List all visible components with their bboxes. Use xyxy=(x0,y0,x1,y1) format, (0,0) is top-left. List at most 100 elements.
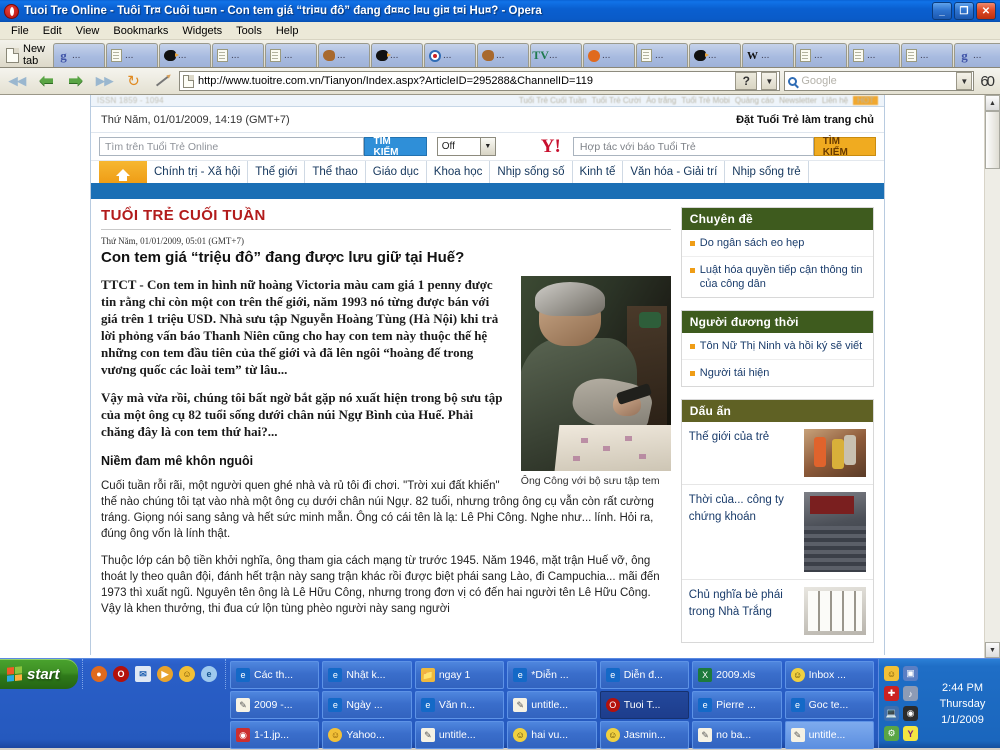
browser-tab[interactable]: ... xyxy=(106,43,159,67)
menu-item-tools[interactable]: Tools xyxy=(229,24,269,38)
taskbar-item[interactable]: ✎ no ba... xyxy=(692,721,782,749)
forward-button[interactable]: ➡ xyxy=(63,70,88,92)
antivirus-icon[interactable]: ✚ xyxy=(884,686,899,701)
new-tab-button[interactable]: New tab xyxy=(2,43,52,67)
taskbar-item[interactable]: ☺ Inbox ... xyxy=(784,661,874,689)
menu-item-edit[interactable]: Edit xyxy=(36,24,69,38)
nav-item-chinh-tri-xa-hoi[interactable]: Chính trị - Xã hội xyxy=(147,161,249,183)
restore-button[interactable]: ❐ xyxy=(954,2,974,20)
taskbar-item[interactable]: e Các th... xyxy=(230,661,320,689)
nav-home-button[interactable] xyxy=(99,161,147,183)
browser-tab[interactable]: g... xyxy=(954,43,1000,67)
messenger-icon[interactable]: ▣ xyxy=(903,666,918,681)
yahoo-icon[interactable]: Y xyxy=(903,726,918,741)
nav-item-van-hoa-giai-tri[interactable]: Văn hóa - Giải trí xyxy=(623,161,726,183)
scroll-down-button[interactable]: ▼ xyxy=(985,642,1000,658)
topbar-link[interactable]: Tuổi Trẻ Cuối Tuần xyxy=(519,96,587,105)
search-input[interactable]: Google ▼ xyxy=(784,71,975,91)
outlook-icon[interactable]: ✉ xyxy=(135,666,151,682)
reload-button[interactable]: ↻ xyxy=(121,70,146,92)
menu-item-bookmarks[interactable]: Bookmarks xyxy=(106,24,175,38)
menu-item-view[interactable]: View xyxy=(69,24,107,38)
taskbar-item[interactable]: e Ngày ... xyxy=(322,691,412,719)
browser-tab[interactable]: ... xyxy=(477,43,530,67)
back-button[interactable]: ⬅ xyxy=(34,70,59,92)
nav-item-the-thao[interactable]: Thể thao xyxy=(305,161,366,183)
internet-explorer-icon[interactable]: e xyxy=(201,666,217,682)
site-search-button[interactable]: TÌM KIẾM xyxy=(364,136,427,158)
taskbar-item[interactable]: ✎ untitle... xyxy=(784,721,874,749)
browser-tab[interactable]: ... xyxy=(795,43,848,67)
camera-icon[interactable]: ◉ xyxy=(903,706,918,721)
taskbar-item[interactable]: ✎ untitle... xyxy=(507,691,597,719)
browser-tab[interactable]: ... xyxy=(689,43,742,67)
taskbar-item[interactable]: e Văn n... xyxy=(414,691,505,719)
browser-tab[interactable]: ... xyxy=(371,43,424,67)
taskbar-clock[interactable]: 2:44 PM Thursday 1/1/2009 xyxy=(925,680,1000,728)
browser-tab[interactable]: ... xyxy=(265,43,318,67)
menu-item-widgets[interactable]: Widgets xyxy=(175,24,229,38)
topbar-link[interactable]: Liên hệ xyxy=(822,96,848,105)
sidebar-thumb-item[interactable]: Thời của... công ty chứng khoán xyxy=(681,485,873,580)
network-icon[interactable]: 💻 xyxy=(884,706,899,721)
browser-tab[interactable]: ... xyxy=(636,43,689,67)
browser-tab[interactable]: ... xyxy=(318,43,371,67)
scrollbar-track[interactable] xyxy=(985,111,1000,642)
sidebar-thumb-item[interactable]: Thế giới của trẻ xyxy=(681,422,873,485)
opera-icon[interactable]: O xyxy=(113,666,129,682)
settings-icon[interactable]: ⚙ xyxy=(884,726,899,741)
taskbar-item[interactable]: ☺ hai vu... xyxy=(507,721,597,749)
browser-tab[interactable]: g... xyxy=(53,43,106,67)
close-button[interactable]: ✕ xyxy=(976,2,996,20)
url-dropdown-icon[interactable]: ▼ xyxy=(761,72,778,90)
taskbar-item-active[interactable]: O Tuoi T... xyxy=(599,691,690,719)
firefox-icon[interactable]: ● xyxy=(91,666,107,682)
site-search-mode-select[interactable]: Off ▼ xyxy=(436,137,496,156)
taskbar-item[interactable]: e Pierre ... xyxy=(692,691,782,719)
nav-item-khoa-hoc[interactable]: Khoa học xyxy=(427,161,491,183)
taskbar-item[interactable]: e *Diễn ... xyxy=(507,661,597,689)
sidebar-item[interactable]: Tôn Nữ Thị Ninh và hồi ký sẽ viết xyxy=(681,333,873,360)
volume-icon[interactable]: ♪ xyxy=(903,686,918,701)
nav-item-nhip-song-tre[interactable]: Nhịp sống trẻ xyxy=(725,161,809,183)
url-input[interactable]: http://www.tuoitre.com.vn/Tianyon/Index.… xyxy=(179,71,781,91)
sidebar-thumb-item[interactable]: Chủ nghĩa bè phái trong Nhà Trắng xyxy=(682,580,873,642)
fast-forward-button[interactable]: ▸▸ xyxy=(92,70,117,92)
scrollbar-thumb[interactable] xyxy=(985,111,1000,169)
partner-search-button[interactable]: TÌM KIẾM xyxy=(813,136,877,158)
topbar-link[interactable]: Quảng cáo xyxy=(735,96,774,105)
menu-item-file[interactable]: File xyxy=(4,24,36,38)
page-scrollbar[interactable]: ▲ ▼ xyxy=(984,95,1000,658)
media-player-icon[interactable]: ▶ xyxy=(157,666,173,682)
topbar-link[interactable]: Newsletter xyxy=(779,96,817,105)
partner-search-input[interactable]: Hợp tác với báo Tuổi Trẻ xyxy=(572,137,814,156)
nav-item-nhip-song-so[interactable]: Nhịp sống số xyxy=(490,161,573,183)
browser-tab[interactable]: ... xyxy=(159,43,212,67)
browser-tab[interactable]: W... xyxy=(742,43,795,67)
taskbar-item[interactable]: X 2009.xls xyxy=(692,661,782,689)
browser-tab[interactable]: ... xyxy=(583,43,636,67)
search-engine-dropdown-icon[interactable]: ▼ xyxy=(956,72,973,90)
browser-tab[interactable]: ... xyxy=(424,43,477,67)
taskbar-item[interactable]: e Goc te... xyxy=(784,691,874,719)
taskbar-item[interactable]: ✎ untitle... xyxy=(414,721,505,749)
topbar-link[interactable]: Tuổi Trẻ Cười xyxy=(592,96,641,105)
help-button[interactable]: ? xyxy=(735,72,758,90)
browser-tab[interactable]: ... xyxy=(212,43,265,67)
yahoo-messenger-icon[interactable]: ☺ xyxy=(179,666,195,682)
sidebar-item[interactable]: Do ngân sách eo hẹp xyxy=(681,230,873,257)
site-search-input[interactable]: Tìm trên Tuổi Trẻ Online xyxy=(99,137,365,156)
nav-item-kinh-te[interactable]: Kinh tế xyxy=(573,161,624,183)
nav-item-giao-duc[interactable]: Giáo dục xyxy=(366,161,427,183)
browser-tab[interactable]: ... xyxy=(901,43,954,67)
minimize-button[interactable]: _ xyxy=(932,2,952,20)
set-homepage-link[interactable]: Đặt Tuổi Trẻ làm trang chủ xyxy=(736,114,874,126)
taskbar-item[interactable]: ☺ Jasmin... xyxy=(599,721,690,749)
edit-page-button[interactable] xyxy=(150,70,175,92)
taskbar-item[interactable]: e Nhật k... xyxy=(322,661,412,689)
zoom-level-button[interactable]: 60 xyxy=(978,73,995,90)
rewind-button[interactable]: ◂◂ xyxy=(5,70,30,92)
nav-item-the-gioi[interactable]: Thế giới xyxy=(248,161,306,183)
taskbar-item[interactable]: ☺ Yahoo... xyxy=(322,721,412,749)
start-button[interactable]: start xyxy=(0,659,78,689)
